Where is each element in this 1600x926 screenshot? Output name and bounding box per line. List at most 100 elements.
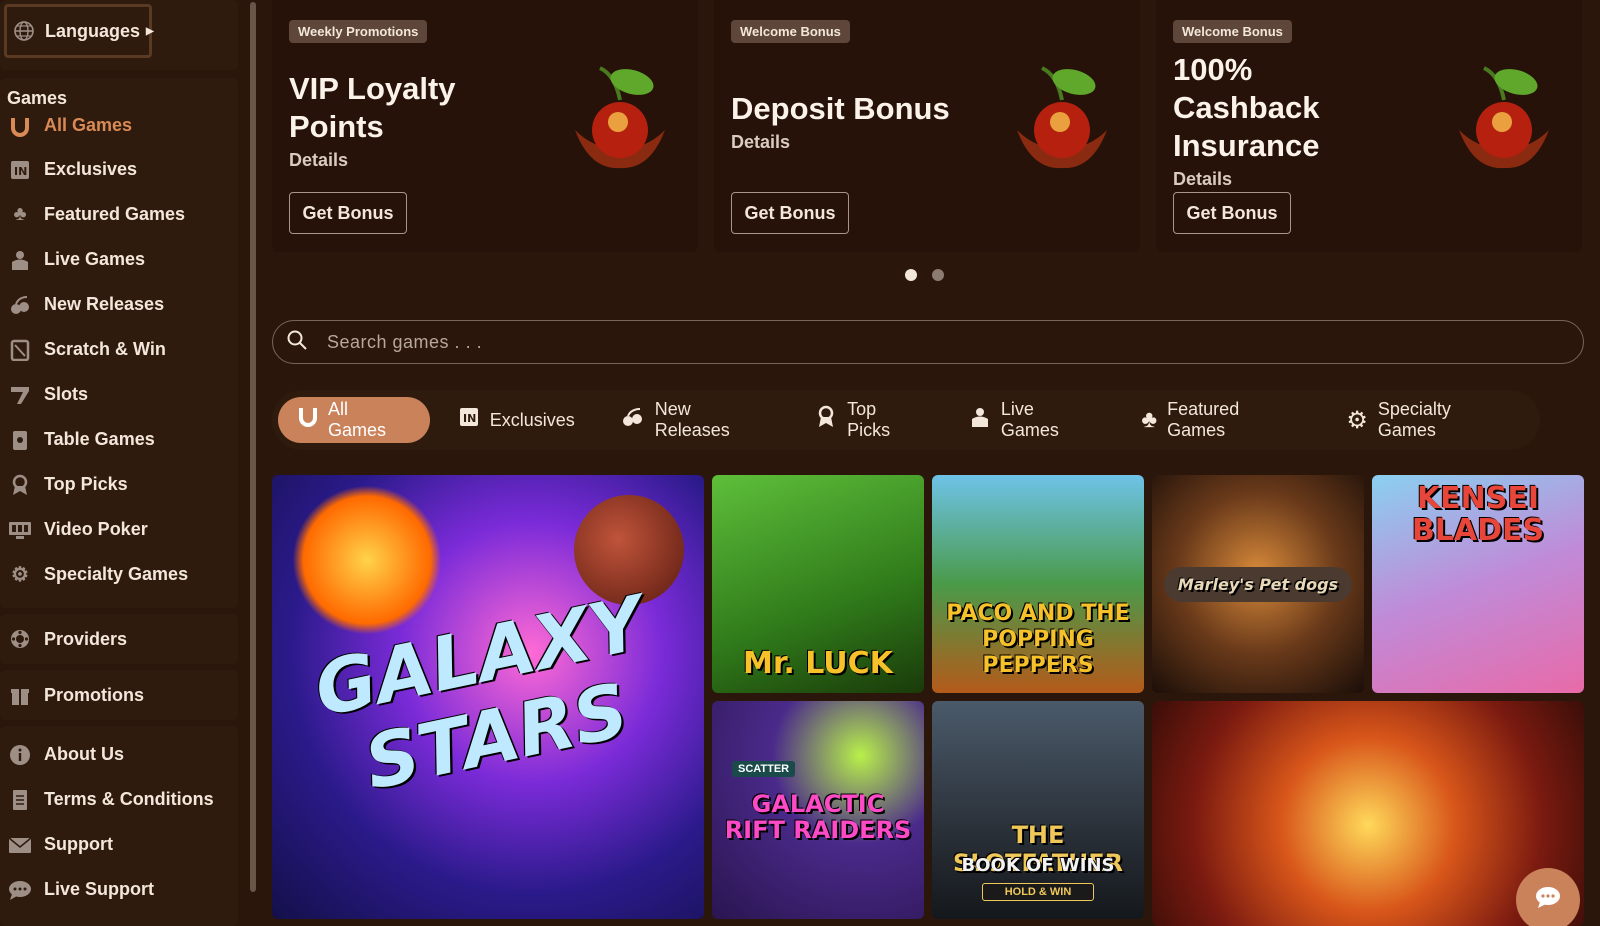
sidebar-item-featured-games[interactable]: ♣ Featured Games [0,192,238,237]
cherry-icon [1459,66,1549,169]
sidebar-item-specialty-games[interactable]: ⚙ Specialty Games [0,552,238,597]
game-subtitle: BOOK OF WINS [961,855,1115,876]
sidebar-item-live-support[interactable]: Live Support [0,867,238,912]
info-nav: About Us Terms & Conditions Support Live… [0,726,238,926]
hold-win-badge: HOLD & WIN [982,883,1094,901]
sidebar-item-label: Exclusives [44,159,138,179]
dealer-icon [8,248,32,272]
promotions-block: Promotions [0,670,238,720]
sidebar-item-new-releases[interactable]: New Releases [0,282,238,327]
sun-graphic [292,485,442,635]
promo-badge: Welcome Bonus [1173,20,1292,43]
sidebar-item-terms[interactable]: Terms & Conditions [0,777,238,822]
promo-title: Deposit Bonus [731,91,950,126]
scatter-badge: SCATTER [732,761,796,777]
sidebar-item-support[interactable]: Support [0,822,238,867]
carousel-dot[interactable] [905,269,917,281]
game-tile-galactic-rift-raiders[interactable]: SCATTER GALACTIC RIFT RAIDERS [712,701,924,919]
cherry-icon [8,293,32,317]
get-bonus-button[interactable]: Get Bonus [731,192,849,234]
sidebar-item-slots[interactable]: Slots [0,372,238,417]
clover-icon: ♣ [1141,406,1158,433]
get-bonus-button[interactable]: Get Bonus [1173,192,1291,234]
sidebar-item-video-poker[interactable]: Video Poker [0,507,238,552]
sidebar-item-label: Support [44,834,113,854]
game-title: PACO AND THE POPPING PEPPERS [946,601,1130,678]
exclusive-icon: IN [458,406,480,434]
gift-icon [8,683,32,707]
languages-label: Languages [45,20,141,41]
sidebar-item-label: Live Games [44,249,146,269]
sidebar-item-promotions[interactable]: Promotions [0,670,144,720]
tab-label: All Games [328,399,387,440]
promo-details-link[interactable]: Details [1173,169,1232,190]
tab-label: Live Games [1000,399,1059,440]
sidebar-item-label: All Games [44,115,133,135]
sidebar-item-about-us[interactable]: About Us [0,732,238,777]
tab-new-releases[interactable]: New Releases [603,397,787,443]
exclusive-icon: IN [8,158,32,182]
tab-label: New Releases [654,399,730,440]
sidebar-item-top-picks[interactable]: Top Picks [0,462,238,507]
sidebar-item-label: Slots [44,384,89,404]
languages-block: Languages ▶ [0,0,238,70]
tab-specialty-games[interactable]: ⚙ Specialty Games [1328,397,1530,443]
game-title: KENSEI BLADES [1411,481,1545,548]
promo-card: Weekly Promotions VIP Loyalty Points Det… [272,0,698,252]
carousel-dot[interactable] [932,269,944,281]
tab-exclusives[interactable]: IN Exclusives [440,397,593,443]
tab-top-picks[interactable]: Top Picks [797,397,941,443]
game-tile-slotfather[interactable]: THE SLOTFATHER BOOK OF WINS HOLD & WIN [932,701,1144,919]
sidebar-item-table-games[interactable]: Table Games [0,417,238,462]
tab-live-games[interactable]: Live Games [951,397,1114,443]
sidebar-scrollbar[interactable] [250,2,256,892]
search-icon [287,330,307,355]
search-input[interactable] [327,331,1583,353]
languages-button[interactable]: Languages ▶ [4,4,154,58]
tab-label: Featured Games [1167,399,1240,440]
category-tabs: All Games IN Exclusives New Releases Top… [272,390,1540,450]
game-title: Mr. LUCK [743,646,893,681]
sidebar: Languages ▶ Games All Games IN Exclusive… [0,0,250,926]
promo-badge: Welcome Bonus [731,20,850,43]
promo-details-link[interactable]: Details [289,150,348,171]
award-icon [815,405,837,435]
carousel-dots [905,269,944,281]
sidebar-item-exclusives[interactable]: IN Exclusives [0,147,238,192]
poker-icon [8,518,32,542]
sidebar-item-providers[interactable]: Providers [0,614,127,664]
promo-title: 100% Cashback Insurance [1173,52,1320,163]
live-chat-button[interactable] [1516,868,1580,926]
sidebar-item-all-games[interactable]: All Games [0,115,238,147]
game-tile-mr-luck[interactable]: Mr. LUCK [712,475,924,693]
providers-block: Providers [0,614,238,664]
award-icon [8,473,32,497]
promo-card: Welcome Bonus 100% Cashback Insurance De… [1156,0,1582,252]
game-title: Marley's Pet dogs [1163,566,1353,602]
sidebar-item-scratch-win[interactable]: Scratch & Win [0,327,238,372]
chat-icon [8,878,32,902]
sidebar-item-label: Table Games [44,429,155,449]
get-bonus-button[interactable]: Get Bonus [289,192,407,234]
game-tile-marleys-pet-dogs[interactable]: Marley's Pet dogs [1152,475,1364,693]
tab-featured-games[interactable]: ♣ Featured Games [1123,397,1318,443]
promo-details-link[interactable]: Details [731,132,790,153]
games-heading: Games [7,88,68,108]
sidebar-item-live-games[interactable]: Live Games [0,237,238,282]
scratch-icon [8,338,32,362]
gear-icon: ⚙ [1346,406,1368,434]
mail-icon [8,833,32,857]
tab-label: Specialty Games [1377,399,1451,440]
sidebar-item-label: Specialty Games [44,564,189,584]
tab-all-games[interactable]: All Games [278,397,430,443]
game-title: GALACTIC RIFT RAIDERS [724,790,912,844]
games-nav: Games All Games IN Exclusives ♣ Featured… [0,78,238,608]
game-tile-galaxy-stars[interactable]: GALAXY STARS [272,475,704,919]
chip-icon [8,627,32,651]
game-tile-kensei-blades[interactable]: KENSEI BLADES [1372,475,1584,693]
sidebar-item-label: Featured Games [44,204,186,224]
svg-text:IN: IN [14,165,27,178]
cherry-icon [621,406,645,434]
game-tile-paco[interactable]: PACO AND THE POPPING PEPPERS [932,475,1144,693]
promo-carousel: Weekly Promotions VIP Loyalty Points Det… [272,0,1582,252]
